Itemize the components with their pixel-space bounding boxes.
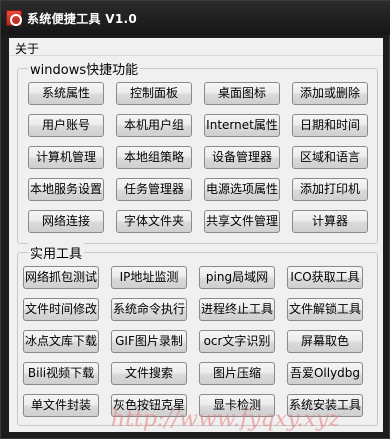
process-killer-button[interactable]: 进程终止工具	[199, 298, 275, 321]
system-command-button[interactable]: 系统命令执行	[111, 298, 187, 321]
ico-extractor-button[interactable]: ICO获取工具	[287, 266, 363, 289]
file-search-button[interactable]: 文件搜索	[111, 362, 187, 385]
app-window: 系统便捷工具 V1.0 关于 windows快捷功能 系统属性 控制面板 桌面图标添…	[0, 0, 390, 439]
group-title-utilities: 实用工具	[28, 243, 85, 262]
date-time-button[interactable]: 日期和时间	[292, 114, 368, 137]
ocr-recognition-button[interactable]: ocr文字识别	[199, 330, 275, 353]
ollydbg-button[interactable]: 吾爱Ollydbg	[287, 362, 363, 385]
title-bar[interactable]: 系统便捷工具 V1.0	[1, 1, 390, 35]
windows-shortcuts-group: windows快捷功能 系统属性 控制面板 桌面图标 添加或删除用户账号 本机用户组 In…	[17, 59, 378, 244]
ping-lan-button[interactable]: ping局域网	[199, 266, 275, 289]
gray-button-enabler-button[interactable]: 灰色按钮克星	[111, 394, 187, 417]
device-manager-button[interactable]: 设备管理器	[204, 146, 280, 169]
file-time-editor-button[interactable]: 文件时间修改	[23, 298, 99, 321]
region-language-button[interactable]: 区域和语言	[292, 146, 368, 169]
add-remove-programs-button[interactable]: 添加或删除	[292, 82, 368, 105]
local-services-button[interactable]: 本地服务设置	[28, 178, 104, 201]
calculator-button[interactable]: 计算器	[292, 210, 368, 233]
app-icon	[6, 10, 22, 26]
packet-capture-button[interactable]: 网络抓包测试	[23, 266, 99, 289]
desktop-icons-button[interactable]: 桌面图标	[204, 82, 280, 105]
single-file-packer-button[interactable]: 单文件封装	[23, 394, 99, 417]
gpu-detect-button[interactable]: 显卡检测	[199, 394, 275, 417]
power-options-button[interactable]: 电源选项属性	[204, 178, 280, 201]
local-user-group-button[interactable]: 本机用户组	[116, 114, 192, 137]
network-connections-button[interactable]: 网络连接	[28, 210, 104, 233]
shared-files-button[interactable]: 共享文件管理	[204, 210, 280, 233]
client-area: windows快捷功能 系统属性 控制面板 桌面图标 添加或删除用户账号 本机用户组 In…	[9, 56, 383, 432]
control-panel-button[interactable]: 控制面板	[116, 82, 192, 105]
utilities-group: 实用工具 网络抓包测试 IP地址监测 ping局域网 ICO获取工具文件时间修改 系统命…	[17, 243, 378, 426]
system-installer-button[interactable]: 系统安装工具	[287, 394, 363, 417]
computer-management-button[interactable]: 计算机管理	[28, 146, 104, 169]
add-printer-button[interactable]: 添加打印机	[292, 178, 368, 201]
bili-video-downloader-button[interactable]: Bili视频下载	[23, 362, 99, 385]
fonts-folder-button[interactable]: 字体文件夹	[116, 210, 192, 233]
wenku-downloader-button[interactable]: 冰点文库下载	[23, 330, 99, 353]
local-group-policy-button[interactable]: 本地组策略	[116, 146, 192, 169]
group-title-windows: windows快捷功能	[28, 59, 141, 78]
ip-monitor-button[interactable]: IP地址监测	[111, 266, 187, 289]
gif-recorder-button[interactable]: GIF图片录制	[111, 330, 187, 353]
window-title: 系统便捷工具 V1.0	[27, 12, 138, 26]
system-properties-button[interactable]: 系统属性	[28, 82, 104, 105]
screen-color-picker-button[interactable]: 屏幕取色	[287, 330, 363, 353]
file-unlocker-button[interactable]: 文件解锁工具	[287, 298, 363, 321]
menu-bar: 关于	[9, 38, 383, 56]
image-compress-button[interactable]: 图片压缩	[199, 362, 275, 385]
task-manager-button[interactable]: 任务管理器	[116, 178, 192, 201]
internet-properties-button[interactable]: Internet属性	[204, 114, 280, 137]
user-accounts-button[interactable]: 用户账号	[28, 114, 104, 137]
menu-item-about[interactable]: 关于	[15, 40, 39, 57]
